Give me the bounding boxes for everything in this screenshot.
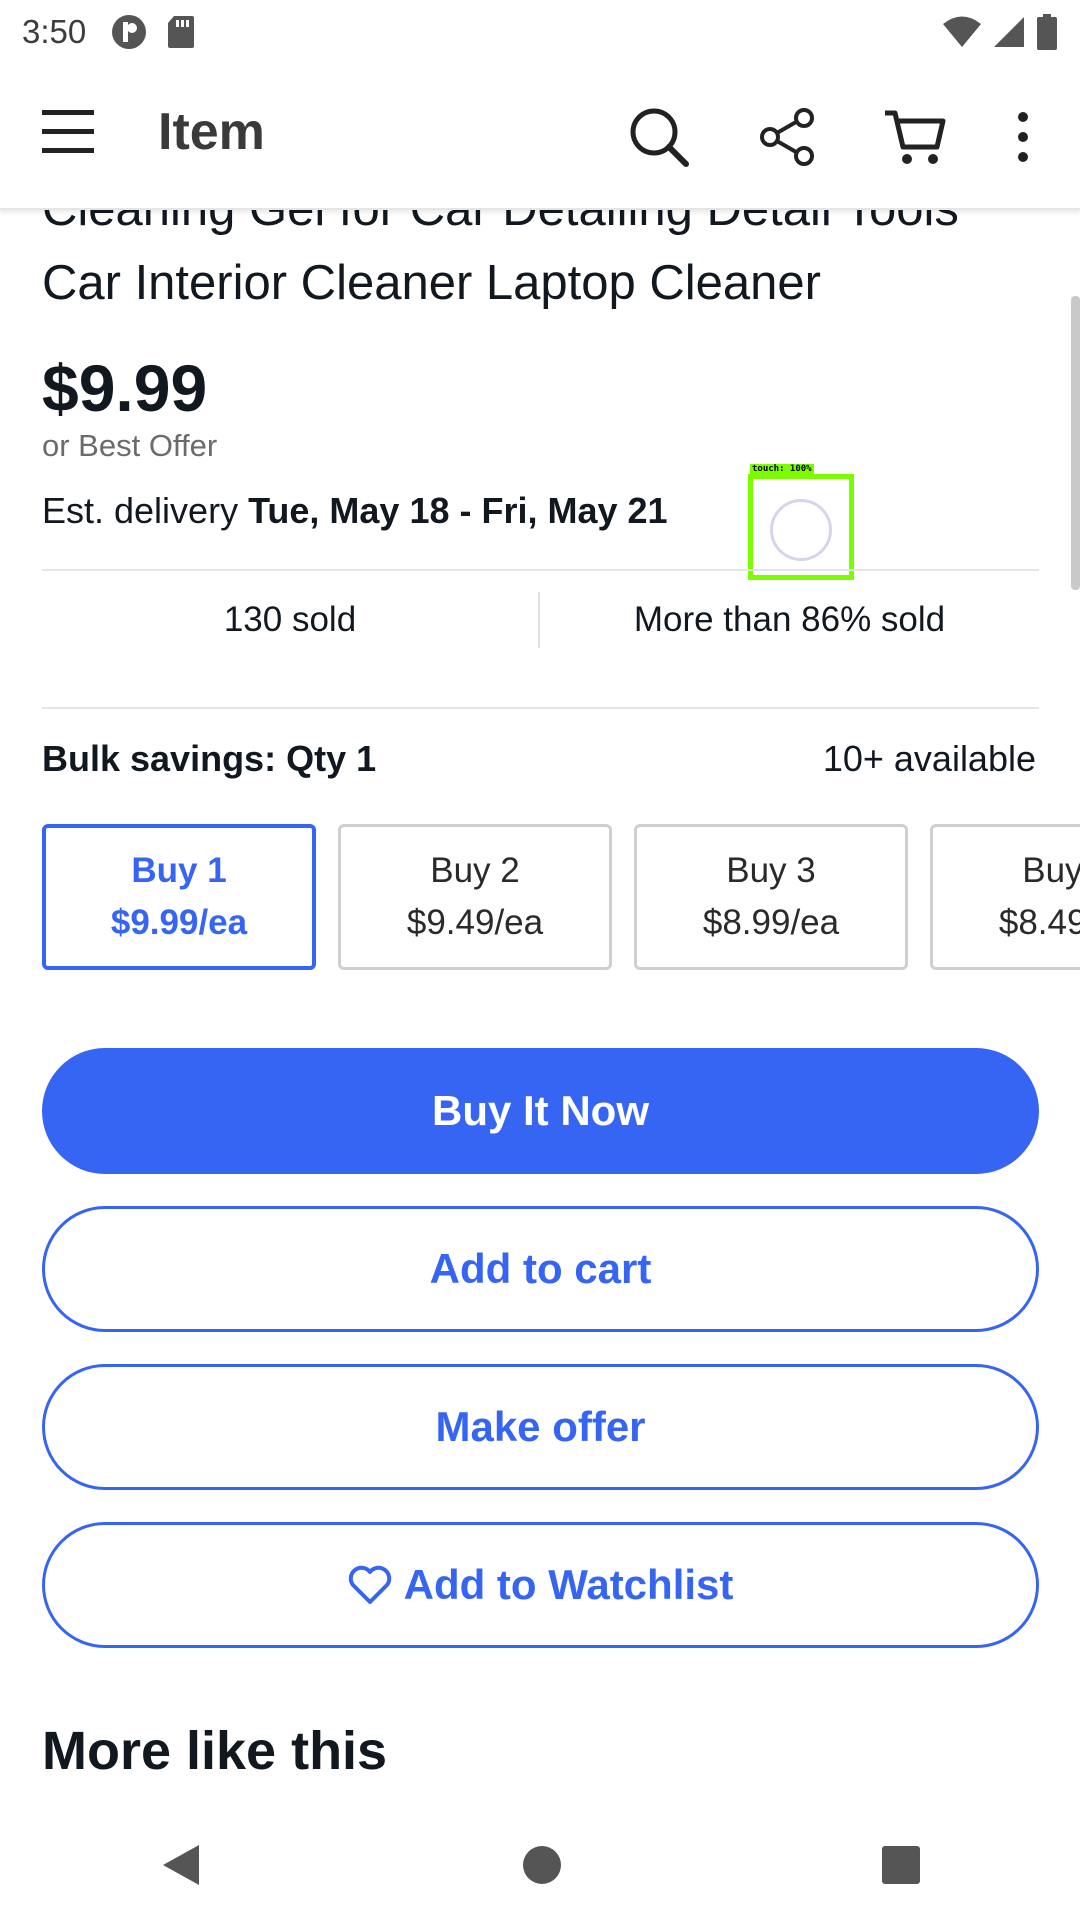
sold-count: 130 sold xyxy=(223,600,357,639)
price: $9.99 xyxy=(42,351,208,425)
home-icon[interactable] xyxy=(521,1844,563,1886)
sales-stats: 130 sold More than 86% sold xyxy=(42,570,1039,670)
buy-it-now-label: Buy It Now xyxy=(432,1087,649,1134)
cart-icon xyxy=(885,110,946,164)
estimated-delivery: Est. delivery Tue, May 18 - Fri, May 21 xyxy=(42,490,668,532)
make-offer-button[interactable]: Make offer xyxy=(42,1364,1039,1490)
bulk-savings-label: Bulk savings: Qty 1 xyxy=(42,738,377,779)
menu-icon xyxy=(42,110,94,153)
delivery-dates: Tue, May 18 - Fri, May 21 xyxy=(248,490,668,531)
battery-icon xyxy=(1037,14,1057,50)
qty-option-4[interactable]: Buy 4 $8.49/ea xyxy=(930,824,1080,970)
product-title: Cleaning Gel for Car Detailing Detail To… xyxy=(42,210,1042,320)
qty-price: $9.49/ea xyxy=(406,903,544,942)
add-to-watchlist-label: Add to Watchlist xyxy=(403,1561,734,1608)
qty-label: Buy 4 xyxy=(1022,851,1080,890)
heart-icon xyxy=(348,1565,392,1605)
recents-icon[interactable] xyxy=(881,1845,921,1885)
more-options-button[interactable] xyxy=(988,102,1058,172)
share-button[interactable] xyxy=(752,102,822,172)
item-details: Cleaning Gel for Car Detailing Detail To… xyxy=(0,210,1080,1810)
signal-icon xyxy=(994,17,1024,47)
add-to-watchlist-button[interactable]: Add to Watchlist xyxy=(42,1522,1039,1648)
divider xyxy=(42,707,1039,709)
qty-price: $8.99/ea xyxy=(702,903,840,942)
app-notification-icon xyxy=(112,15,147,49)
wifi-icon xyxy=(943,16,981,47)
qty-label: Buy 1 xyxy=(131,851,227,890)
sd-card-icon xyxy=(168,16,195,48)
add-to-cart-button[interactable]: Add to cart xyxy=(42,1206,1039,1332)
more-vert-icon xyxy=(1018,112,1028,162)
section-heading: More like this xyxy=(42,1721,388,1781)
system-nav-bar xyxy=(0,1810,1080,1920)
page-title: Item xyxy=(158,103,265,161)
qty-label: Buy 3 xyxy=(726,851,816,890)
app-bar: Item xyxy=(0,64,1080,210)
add-to-cart-label: Add to cart xyxy=(429,1245,652,1292)
search-icon xyxy=(630,108,689,167)
back-icon[interactable] xyxy=(159,1841,203,1889)
best-offer-text: or Best Offer xyxy=(42,428,218,463)
status-system-icons xyxy=(942,14,1058,50)
delivery-label: Est. delivery xyxy=(42,490,249,531)
buy-it-now-button[interactable]: Buy It Now xyxy=(42,1048,1039,1174)
touch-label: touch: 100% xyxy=(750,464,814,474)
qty-price: $8.49/ea xyxy=(998,903,1080,942)
product-title-line2: Car Interior Cleaner Laptop Cleaner xyxy=(42,256,821,310)
scrollbar[interactable] xyxy=(1071,296,1080,590)
menu-button[interactable] xyxy=(40,106,100,166)
qty-price: $9.99/ea xyxy=(110,903,248,942)
percent-sold: More than 86% sold xyxy=(633,600,946,639)
qty-label: Buy 2 xyxy=(430,851,520,890)
available-quantity: 10+ available xyxy=(822,738,1036,779)
qty-option-1[interactable]: Buy 1 $9.99/ea xyxy=(42,824,316,970)
bulk-quantity-options: Buy 1 $9.99/ea Buy 2 $9.49/ea Buy 3 $8.9… xyxy=(42,824,1080,970)
search-button[interactable] xyxy=(624,102,694,172)
status-time: 3:50 xyxy=(22,13,87,50)
cart-button[interactable] xyxy=(880,102,950,172)
qty-option-3[interactable]: Buy 3 $8.99/ea xyxy=(634,824,908,970)
status-bar: 3:50 xyxy=(0,0,1080,64)
make-offer-label: Make offer xyxy=(435,1403,646,1450)
qty-option-2[interactable]: Buy 2 $9.49/ea xyxy=(338,824,612,970)
share-icon xyxy=(760,108,814,166)
product-title-line1: Cleaning Gel for Car Detailing Detail To… xyxy=(42,210,1042,246)
status-notification-icons xyxy=(110,13,196,51)
touch-point xyxy=(770,499,832,561)
